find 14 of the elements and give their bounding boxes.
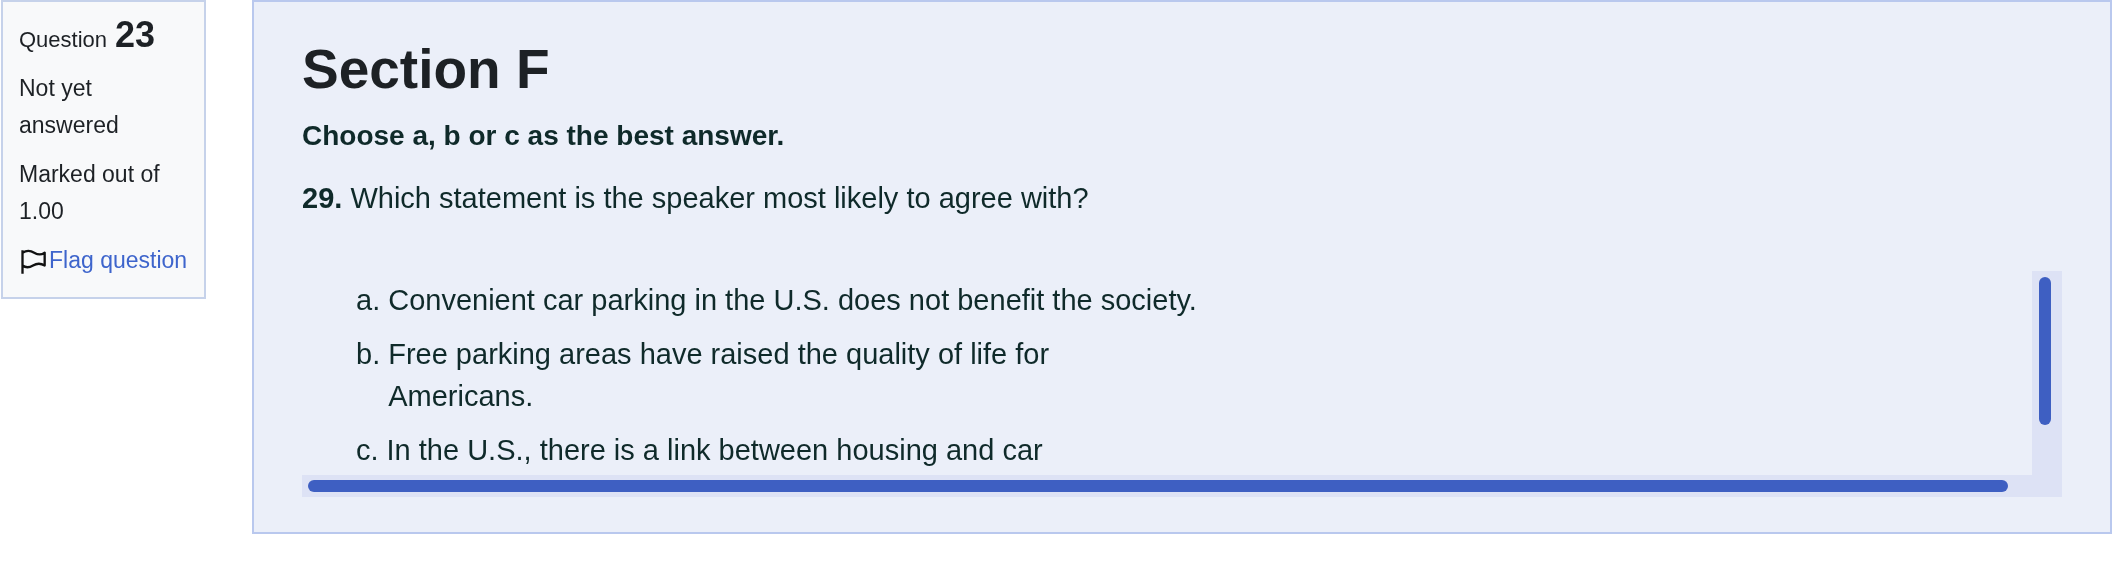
question-text: 29. Which statement is the speaker most likely to agree with? bbox=[302, 182, 1090, 215]
flag-question-link[interactable]: Flag question bbox=[49, 242, 188, 279]
horizontal-scrollbar[interactable] bbox=[308, 480, 2008, 492]
instruction-text: Choose a, b or c as the best answer. bbox=[302, 120, 786, 152]
answer-option[interactable]: b. Free parking areas have raised the quality of life for Americans. bbox=[356, 333, 2032, 417]
question-marks: Marked out of 1.00 bbox=[19, 160, 161, 226]
question-number: 23 bbox=[115, 16, 156, 53]
answer-option[interactable]: a. Convenient car parking in the U.S. does not benefit the society. bbox=[356, 279, 2032, 321]
flag-icon[interactable] bbox=[19, 248, 47, 276]
question-status: Not yet answered bbox=[19, 74, 120, 140]
question-label: Question bbox=[19, 26, 108, 54]
section-title: Section F bbox=[302, 37, 551, 102]
answer-option[interactable]: c. In the U.S., there is a link between housing and car bbox=[356, 429, 2032, 471]
vertical-scrollbar[interactable] bbox=[2039, 277, 2051, 425]
